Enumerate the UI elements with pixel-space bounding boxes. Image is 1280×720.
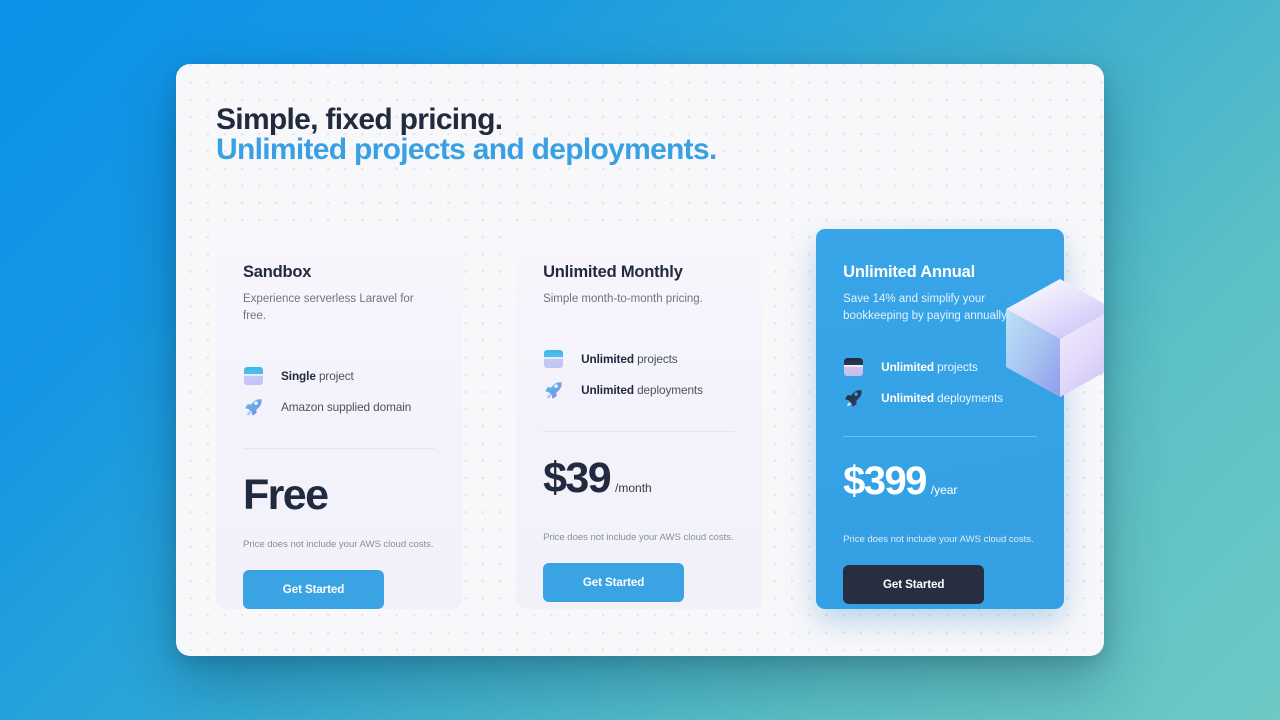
card-gap	[762, 229, 816, 609]
plan-price: $399 /year	[843, 459, 1037, 512]
pricing-cards: Sandbox Experience serverless Laravel fo…	[216, 229, 1104, 609]
feature-item: Unlimited deployments	[843, 382, 1037, 413]
feature-item: Amazon supplied domain	[243, 391, 435, 422]
pricing-panel: Simple, fixed pricing. Unlimited project…	[176, 64, 1104, 656]
get-started-button[interactable]: Get Started	[243, 570, 384, 609]
plan-price: Free	[243, 473, 435, 517]
price-note: Price does not include your AWS cloud co…	[243, 539, 434, 550]
price-amount: Free	[243, 471, 329, 519]
plan-description: Experience serverless Laravel for free.	[243, 293, 414, 322]
page-title-line-2: Unlimited projects and deployments.	[216, 133, 717, 166]
feature-label: Single project	[281, 368, 354, 383]
feature-item: Unlimited projects	[543, 343, 735, 374]
price-amount: $39	[543, 454, 612, 502]
price-note: Price does not include your AWS cloud co…	[543, 532, 734, 543]
card-divider	[843, 436, 1038, 437]
card-divider	[243, 448, 436, 449]
get-started-button[interactable]: Get Started	[543, 563, 685, 602]
box-icon	[543, 348, 565, 370]
plan-price-block: $399 /year Price does not include your A…	[843, 459, 1037, 604]
rocket-icon	[543, 379, 565, 401]
plan-name: Unlimited Annual	[843, 263, 976, 281]
feature-label: Unlimited projects	[881, 359, 978, 374]
plan-features: Unlimited projects Unlimited deployments	[543, 343, 735, 405]
price-period: /month	[615, 481, 652, 495]
plan-description: Save 14% and simplify your bookkeeping b…	[843, 293, 1010, 322]
card-gap	[462, 229, 516, 609]
feature-label: Unlimited projects	[581, 351, 678, 366]
pricing-card-unlimited-monthly: Unlimited Monthly Simple month-to-month …	[516, 229, 763, 609]
pricing-card-sandbox: Sandbox Experience serverless Laravel fo…	[216, 229, 463, 609]
price-note: Price does not include your AWS cloud co…	[843, 534, 1034, 545]
page-title: Simple, fixed pricing. Unlimited project…	[216, 105, 836, 165]
plan-features: Unlimited projects Unlimited deployments	[843, 351, 1037, 413]
feature-label: Amazon supplied domain	[281, 399, 412, 414]
feature-label: Unlimited deployments	[881, 390, 1003, 405]
plan-features: Single project Amazon supplied domain	[243, 360, 435, 422]
card-divider	[543, 431, 736, 432]
box-icon	[243, 365, 265, 387]
feature-item: Unlimited deployments	[543, 374, 735, 405]
plan-price-block: $39 /month Price does not include your A…	[543, 456, 735, 602]
plan-price: $39 /month	[543, 456, 735, 510]
rocket-icon	[843, 387, 865, 409]
page-title-line-1: Simple, fixed pricing.	[216, 103, 503, 136]
get-started-button[interactable]: Get Started	[843, 565, 985, 604]
feature-item: Single project	[243, 360, 435, 391]
feature-label: Unlimited deployments	[581, 382, 703, 397]
price-period: /year	[930, 483, 958, 497]
price-amount: $399	[843, 459, 927, 503]
rocket-icon	[243, 396, 265, 418]
box-icon	[843, 356, 865, 378]
feature-item: Unlimited projects	[843, 351, 1037, 382]
pricing-card-unlimited-annual: Unlimited Annual Save 14% and simplify y…	[816, 229, 1104, 609]
plan-name: Sandbox	[243, 263, 312, 281]
plan-name: Unlimited Monthly	[543, 263, 683, 281]
plan-price-block: Free Price does not include your AWS clo…	[243, 473, 435, 609]
plan-description: Simple month-to-month pricing.	[543, 293, 703, 305]
